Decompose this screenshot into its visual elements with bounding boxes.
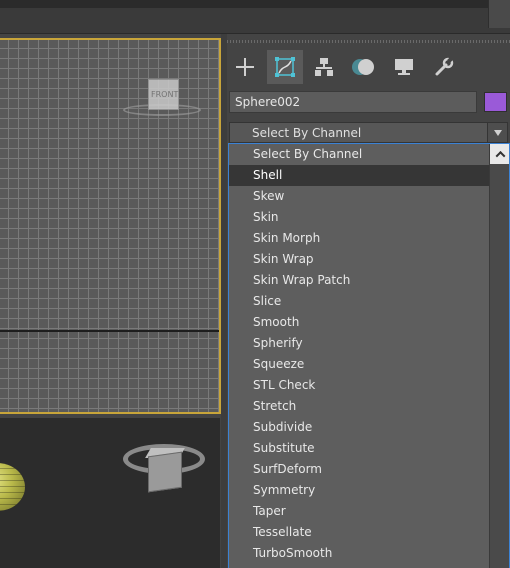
modifier-list-item[interactable]: TurboSmooth [229, 543, 509, 564]
modifier-list-item[interactable]: Skew [229, 186, 509, 207]
viewport-front[interactable]: FRONT [0, 38, 221, 414]
create-plus-icon [236, 58, 254, 76]
modifier-list-item[interactable]: Subdivide [229, 417, 509, 438]
modifier-list-item[interactable]: Shell [229, 165, 509, 186]
utilities-wrench-icon [435, 57, 454, 76]
viewcube[interactable]: FRONT [148, 79, 179, 110]
sphere-wireframe [0, 463, 25, 511]
viewport-axis-line [0, 330, 219, 332]
modifier-list-item[interactable]: Taper [229, 501, 509, 522]
viewcube-perspective[interactable] [148, 451, 182, 493]
viewcube-label: FRONT [151, 90, 179, 99]
modifier-list-item[interactable]: STL Check [229, 375, 509, 396]
modifier-dropdown-value: Select By Channel [252, 126, 362, 140]
modifier-list-item[interactable]: Skin Wrap Patch [229, 270, 509, 291]
object-color-swatch[interactable] [484, 92, 507, 112]
modifier-list-item[interactable]: Skin Wrap [229, 249, 509, 270]
chevron-up-icon [495, 150, 505, 161]
modifier-list-scrollbar[interactable] [489, 144, 509, 568]
tab-utilities[interactable] [426, 50, 462, 84]
viewport-perspective[interactable] [0, 418, 220, 568]
command-panel-tabs [227, 50, 510, 84]
modifier-list-item[interactable]: Substitute [229, 438, 509, 459]
toolbar-top-edge [0, 0, 510, 8]
modifier-list-item[interactable]: Select By Channel [229, 144, 509, 165]
command-panel: Sphere002 Select By Channel Select By Ch… [227, 34, 510, 568]
modifier-list-item[interactable]: Skin [229, 207, 509, 228]
modifier-list[interactable]: Select By Channel Shell Skew Skin Skin Morph… [228, 143, 510, 568]
modifier-list-item[interactable]: Squeeze [229, 354, 509, 375]
object-name-field[interactable]: Sphere002 [229, 91, 477, 113]
modifier-list-item[interactable]: Smooth [229, 312, 509, 333]
motion-icon [352, 59, 374, 75]
main-toolbar-strip [0, 0, 510, 34]
modify-icon [275, 57, 295, 77]
tab-hierarchy[interactable] [306, 50, 342, 84]
tab-motion[interactable] [346, 50, 382, 84]
modifier-list-item[interactable]: Stretch [229, 396, 509, 417]
modifier-list-item[interactable]: SurfDeform [229, 459, 509, 480]
chevron-down-icon [493, 129, 502, 136]
panel-drag-handle[interactable] [227, 40, 510, 43]
display-icon [395, 59, 413, 75]
modifier-list-item[interactable]: Tessellate [229, 522, 509, 543]
modifier-list-items: Select By Channel Shell Skew Skin Skin Morph… [229, 144, 509, 564]
tab-display[interactable] [386, 50, 422, 84]
modifier-list-item[interactable]: Slice [229, 291, 509, 312]
modifier-list-dropdown[interactable]: Select By Channel [229, 122, 508, 143]
modifier-list-item[interactable]: Spherify [229, 333, 509, 354]
modifier-list-item[interactable]: Skin Morph [229, 228, 509, 249]
tab-modify[interactable] [267, 50, 303, 84]
toolbar-button[interactable] [488, 0, 510, 28]
scroll-up-button[interactable] [490, 144, 509, 164]
modifier-list-item[interactable]: Symmetry [229, 480, 509, 501]
tab-create[interactable] [227, 50, 263, 84]
dropdown-arrow-button[interactable] [487, 123, 507, 142]
hierarchy-icon [315, 58, 333, 76]
